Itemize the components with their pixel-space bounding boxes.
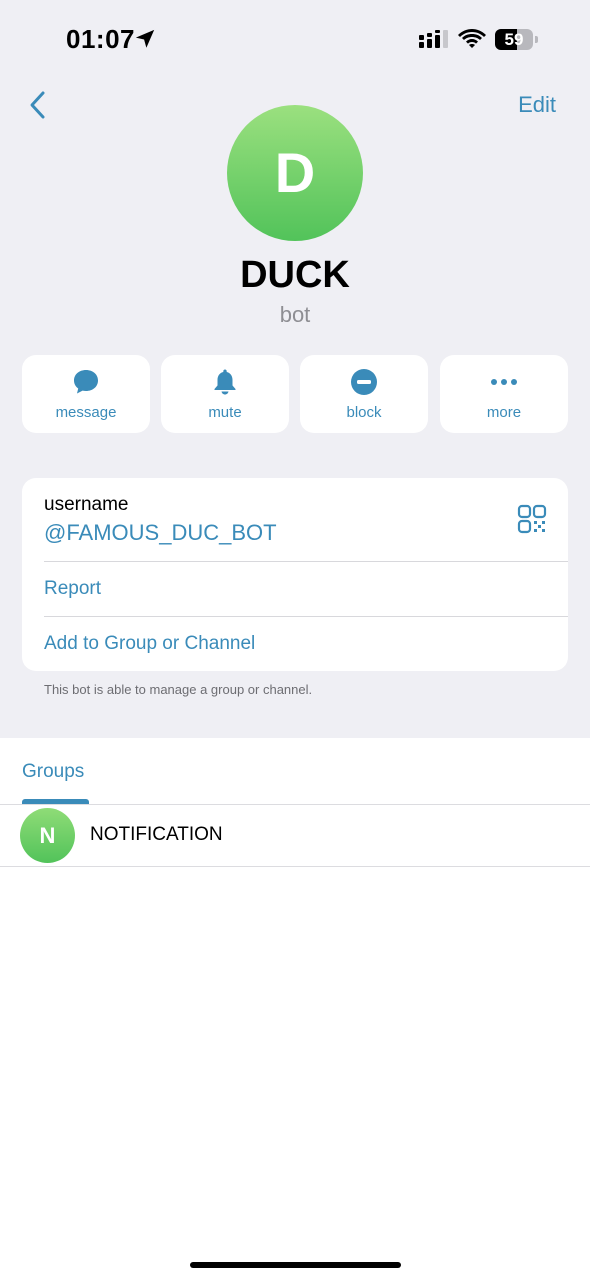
block-button[interactable]: block — [300, 355, 428, 433]
report-link[interactable]: Report — [44, 578, 101, 600]
edit-button[interactable]: Edit — [518, 92, 556, 118]
add-to-group-link[interactable]: Add to Group or Channel — [44, 633, 255, 655]
profile-avatar[interactable]: D — [227, 105, 363, 241]
tab-bar-divider — [0, 804, 590, 805]
more-dots-icon — [491, 379, 517, 385]
battery-level: 59 — [504, 30, 524, 49]
qr-code-icon[interactable] — [517, 504, 547, 534]
profile-name: DUCK — [240, 254, 350, 296]
profile-subtitle: bot — [279, 302, 311, 327]
battery-body: 59 — [495, 29, 533, 50]
group-avatar: N — [20, 808, 75, 863]
list-divider — [0, 866, 590, 867]
cellular-signal-icon — [419, 30, 448, 48]
status-time: 01:07 — [66, 24, 135, 54]
mute-label: mute — [208, 404, 242, 421]
chat-bubble-icon — [74, 370, 98, 394]
block-label: block — [346, 404, 382, 421]
message-button[interactable]: message — [22, 355, 150, 433]
wifi-icon — [458, 29, 486, 48]
mute-button[interactable]: mute — [161, 355, 289, 433]
bot-capability-note: This bot is able to manage a group or ch… — [44, 682, 313, 697]
tab-groups[interactable]: Groups — [22, 761, 84, 783]
home-indicator — [190, 1262, 401, 1268]
block-icon — [351, 369, 377, 395]
bell-icon — [214, 369, 236, 395]
group-name: NOTIFICATION — [90, 824, 223, 845]
username-value[interactable]: @FAMOUS_DUC_BOT — [44, 520, 277, 546]
back-chevron-icon[interactable] — [26, 90, 50, 120]
card-divider — [44, 561, 568, 562]
more-label: more — [486, 404, 522, 421]
battery-cap — [535, 36, 538, 43]
location-arrow-icon — [135, 29, 155, 48]
card-divider — [44, 616, 568, 617]
battery-indicator: 59 — [495, 29, 538, 50]
message-label: message — [55, 404, 117, 421]
username-label: username — [44, 494, 129, 515]
info-card: username @FAMOUS_DUC_BOT Report Add to G… — [22, 478, 568, 671]
more-button[interactable]: more — [440, 355, 568, 433]
